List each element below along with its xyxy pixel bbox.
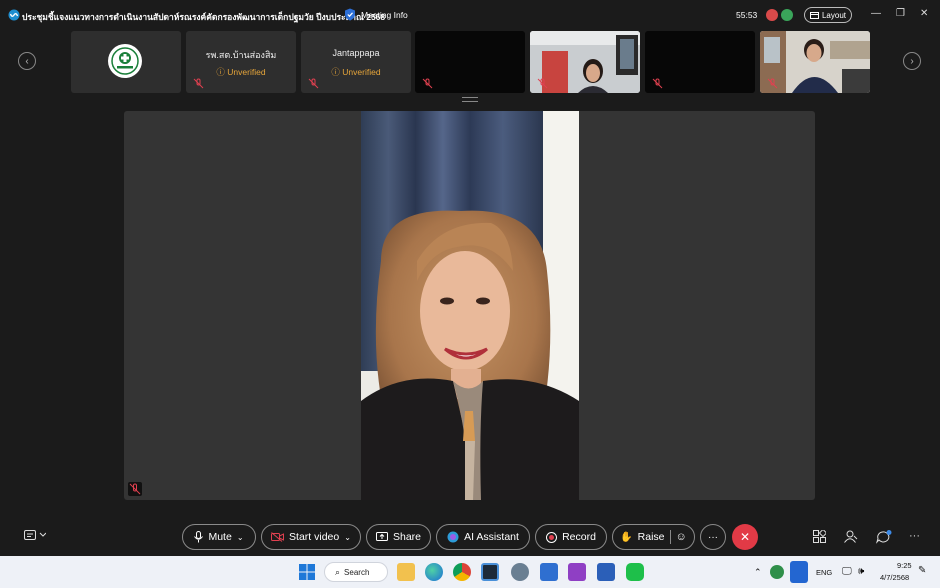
webex-logo-icon: [8, 9, 20, 21]
taskbar-search[interactable]: ⌕ Search: [324, 562, 388, 582]
organization-logo: [108, 44, 142, 78]
language-indicator[interactable]: ENG: [816, 568, 832, 577]
paint-app-icon[interactable]: [540, 563, 558, 581]
restore-icon[interactable]: ❐: [896, 8, 905, 19]
resize-handle[interactable]: [462, 97, 478, 102]
reactions-icon[interactable]: ☺: [676, 531, 687, 543]
volume-icon[interactable]: 🕪: [858, 566, 864, 577]
settings-icon[interactable]: [511, 563, 529, 581]
share-screen-icon: [375, 532, 388, 541]
meeting-info-button[interactable]: Meeting Info: [344, 8, 408, 21]
snipping-tool-icon[interactable]: [568, 563, 586, 581]
previous-participants-icon[interactable]: ‹: [18, 52, 36, 70]
unverified-label: Unverified: [342, 67, 381, 77]
leave-meeting-button[interactable]: ✕: [732, 524, 758, 550]
chevron-down-icon[interactable]: ⌄: [237, 533, 244, 542]
apps-icon[interactable]: [813, 528, 828, 544]
divider: [669, 530, 671, 544]
muted-mic-icon: [767, 78, 778, 89]
share-button[interactable]: Share: [366, 524, 431, 550]
unverified-label: Unverified: [227, 67, 266, 77]
muted-mic-icon: [422, 78, 433, 89]
microphone-icon: [194, 531, 204, 543]
participant-tile[interactable]: [71, 31, 181, 93]
participant-tile[interactable]: [415, 31, 525, 93]
mute-label: Mute: [208, 531, 232, 543]
participant-name: รพ.สต.บ้านส่องสิม: [205, 50, 277, 60]
chevron-up-icon[interactable]: ⌃: [754, 567, 762, 578]
minimize-icon[interactable]: —: [871, 8, 881, 19]
word-app-icon[interactable]: [597, 563, 615, 581]
chat-icon[interactable]: [875, 530, 892, 544]
layout-button[interactable]: Layout: [804, 7, 852, 23]
main-stage: [124, 111, 815, 500]
participant-tile[interactable]: [645, 31, 755, 93]
ai-assistant-icon: [447, 531, 459, 543]
record-icon: [546, 531, 558, 543]
close-icon[interactable]: ✕: [920, 8, 928, 19]
raise-label: Raise: [637, 531, 665, 543]
record-label: Record: [562, 531, 596, 543]
windows-taskbar: ⌕ Search ⌃ ENG 🖵 🕪 9:25 4/7/2568 ✎: [0, 556, 940, 588]
title-bar: ประชุมชี้แจงแนวทางการดำเนินงานสัปดาห์รณร…: [0, 0, 940, 30]
unverified-badge: ⓘ Unverified: [331, 67, 381, 77]
webex-meeting-window: ประชุมชี้แจงแนวทางการดำเนินงานสัปดาห์รณร…: [0, 0, 940, 556]
sync-icon[interactable]: [770, 565, 784, 579]
unverified-badge: ⓘ Unverified: [216, 67, 266, 77]
clock-time[interactable]: 9:25: [897, 561, 912, 570]
security-indicator-icon: [781, 9, 793, 21]
meeting-timer: 55:53: [736, 10, 758, 20]
muted-mic-icon: [308, 78, 319, 89]
notifications-icon[interactable]: ✎: [918, 565, 926, 576]
recording-indicator-icon: [766, 9, 778, 21]
meeting-title: ประชุมชี้แจงแนวทางการดำเนินงานสัปดาห์รณร…: [22, 12, 386, 22]
active-speaker-video: [361, 111, 579, 500]
record-button[interactable]: Record: [535, 524, 607, 550]
file-explorer-icon[interactable]: [397, 563, 415, 581]
raise-hand-icon: ✋: [620, 531, 633, 543]
edge-browser-icon[interactable]: [425, 563, 443, 581]
raise-hand-button[interactable]: ✋ Raise ☺: [612, 524, 695, 550]
layout-label: Layout: [821, 10, 847, 20]
search-label: Search: [344, 567, 370, 577]
participant-tile[interactable]: Jantappapa ⓘ Unverified: [301, 31, 411, 93]
chevron-down-icon[interactable]: ⌄: [344, 533, 351, 542]
video-off-icon: [271, 532, 285, 542]
muted-mic-icon: [128, 482, 142, 496]
start-video-button[interactable]: Start video ⌄: [261, 524, 361, 550]
more-options-button[interactable]: ···: [700, 524, 726, 550]
mute-button[interactable]: Mute ⌄: [182, 524, 256, 550]
search-icon: ⌕: [335, 566, 341, 577]
microphone-active-icon[interactable]: [790, 561, 808, 583]
chrome-browser-icon[interactable]: [453, 563, 471, 581]
participants-icon[interactable]: [844, 530, 858, 544]
close-icon: ✕: [739, 530, 751, 544]
webex-taskbar-icon[interactable]: [481, 563, 499, 581]
shield-icon: [345, 8, 355, 21]
windows-start-icon[interactable]: [298, 563, 316, 581]
more-label: ···: [708, 531, 718, 543]
captions-icon[interactable]: [24, 530, 47, 544]
participant-name: Jantappapa: [332, 48, 380, 58]
line-app-icon[interactable]: [626, 563, 644, 581]
muted-mic-icon: [537, 78, 548, 89]
muted-mic-icon: [652, 78, 663, 89]
more-icon[interactable]: ···: [909, 530, 923, 544]
muted-mic-icon: [193, 78, 204, 89]
meeting-info-label: Meeting Info: [361, 9, 408, 20]
participant-video-tile[interactable]: [530, 31, 640, 93]
layout-icon: [809, 11, 819, 19]
participant-tile[interactable]: รพ.สต.บ้านส่องสิม ⓘ Unverified: [186, 31, 296, 93]
start-video-label: Start video: [289, 531, 340, 543]
network-icon[interactable]: 🖵: [842, 566, 852, 577]
ai-assistant-button[interactable]: AI Assistant: [436, 524, 530, 550]
ai-assistant-label: AI Assistant: [464, 531, 519, 543]
share-label: Share: [392, 531, 422, 543]
participant-video-tile[interactable]: [760, 31, 870, 93]
next-participants-icon[interactable]: ›: [903, 52, 921, 70]
clock-date[interactable]: 4/7/2568: [880, 573, 909, 582]
